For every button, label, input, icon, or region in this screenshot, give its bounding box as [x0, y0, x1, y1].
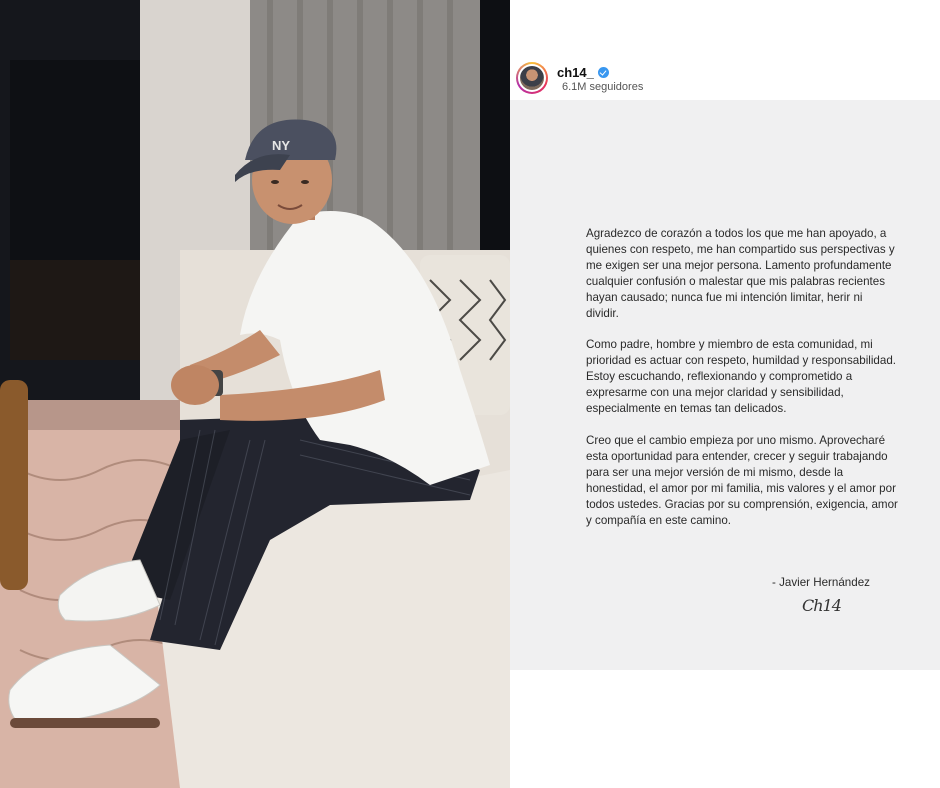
verified-badge-icon [597, 67, 609, 78]
follower-count: 6.1M seguidores [562, 81, 644, 93]
statement-paragraph-2: Como padre, hombre y miembro de esta com… [586, 338, 896, 416]
signature-name: - Javier Hernández [772, 576, 870, 589]
statement-paragraph-3: Creo que el cambio empieza por uno mismo… [586, 433, 898, 527]
avatar-image [520, 66, 544, 90]
statement-text: Agradezco de corazón a todos los que me … [586, 226, 898, 544]
statement-paragraph-1: Agradezco de corazón a todos los que me … [586, 227, 895, 320]
statement-card: Agradezco de corazón a todos los que me … [510, 100, 940, 670]
post-panel: ch14_ 6.1M seguidores Agradezco de coraz… [510, 0, 940, 788]
post-header: ch14_ 6.1M seguidores [516, 62, 936, 96]
svg-text:NY: NY [272, 138, 290, 153]
username[interactable]: ch14_ [557, 65, 609, 80]
photo-illustration: NY [0, 0, 510, 788]
username-text[interactable]: ch14_ [557, 65, 594, 80]
avatar[interactable] [516, 62, 548, 94]
handwritten-signature: Ch14 [802, 596, 842, 615]
post-photo: NY [0, 0, 510, 788]
